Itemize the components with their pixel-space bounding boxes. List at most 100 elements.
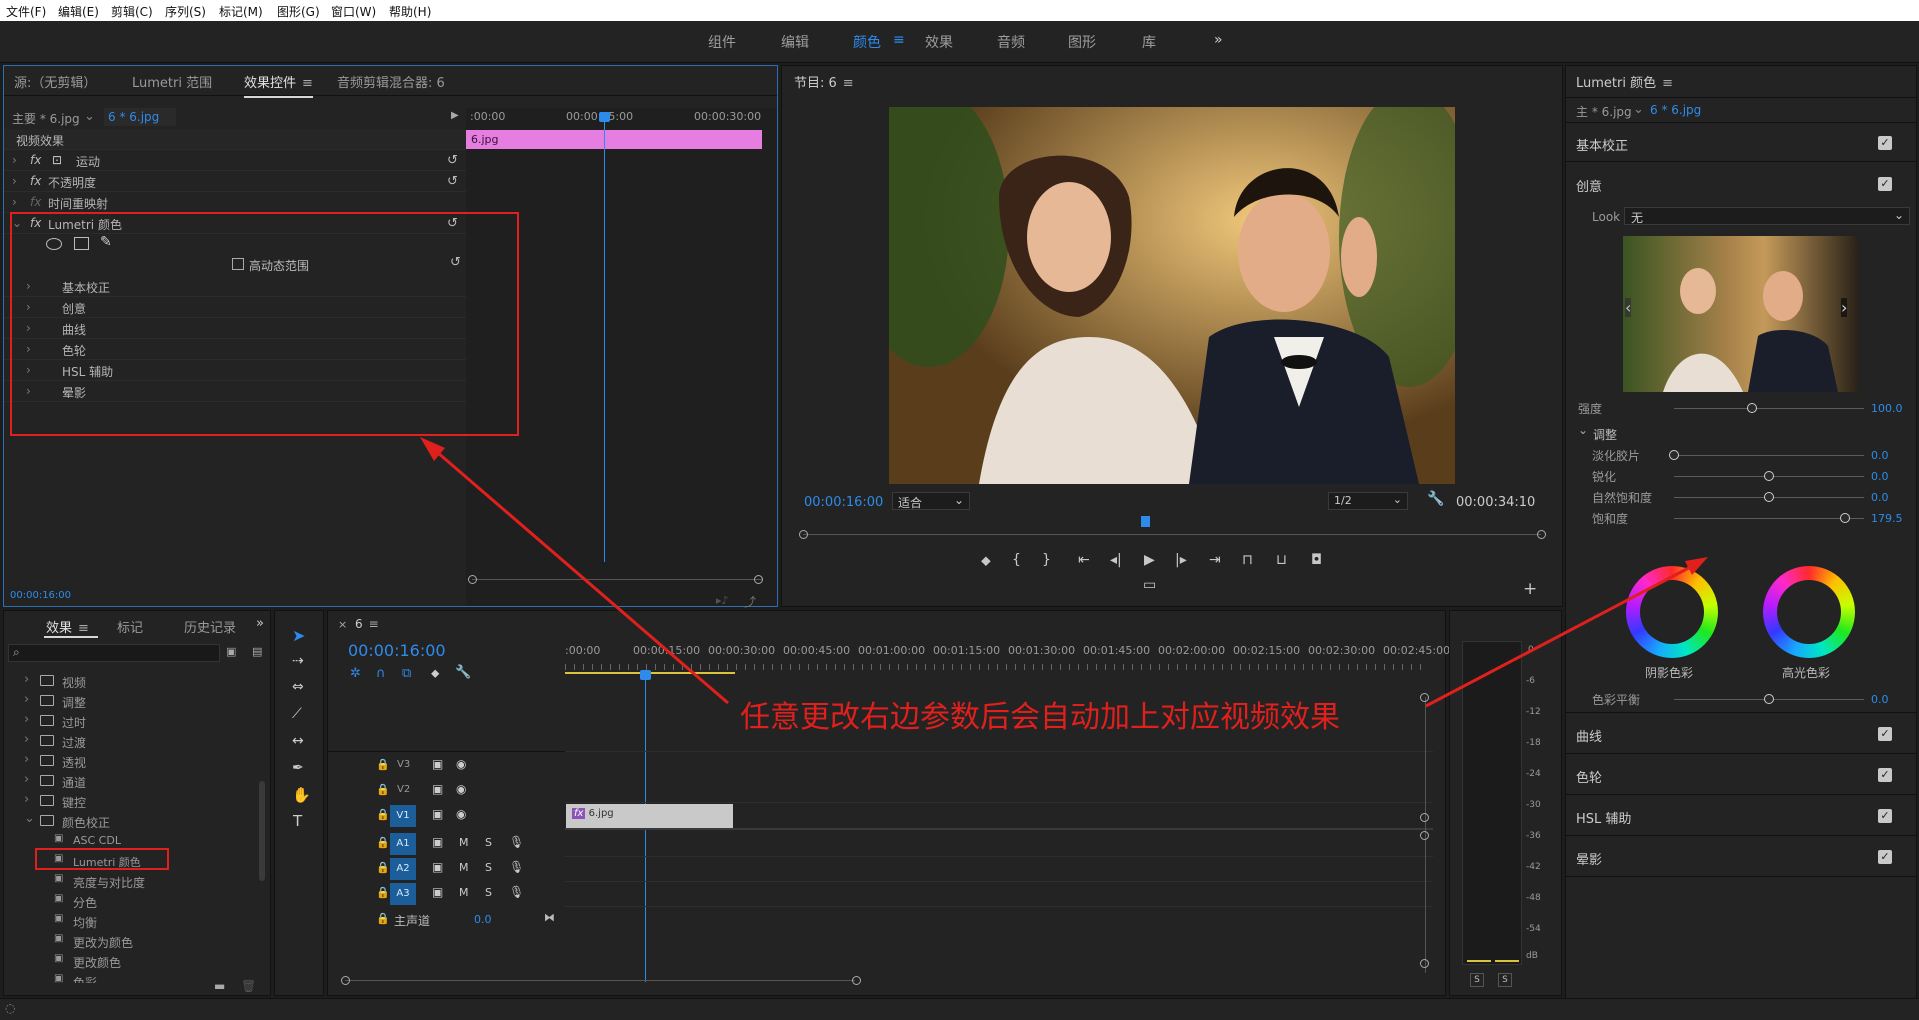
folder-item[interactable]: › 键控	[4, 791, 254, 811]
program-playhead[interactable]	[1141, 516, 1150, 527]
section-basic-checkbox[interactable]: ✓	[1878, 136, 1892, 150]
lock-icon[interactable]: 🔒	[376, 836, 390, 849]
track-header-v2[interactable]: 🔒 V2 ▣ ◉	[328, 779, 565, 803]
track-label[interactable]: A3	[390, 883, 416, 905]
timeline-ruler[interactable]: :00:00 00:00:15:00 00:00:30:00 00:00:45:…	[565, 644, 1450, 680]
effects-search-input[interactable]: ⌕	[8, 644, 220, 662]
section-wheels-label[interactable]: 色轮	[1576, 767, 1602, 786]
scroll-handle-left[interactable]	[341, 976, 350, 985]
menu-help[interactable]: 帮助(H)	[389, 3, 431, 20]
lock-icon[interactable]: 🔒	[376, 861, 390, 874]
folder-item[interactable]: ⌄ 颜色校正	[4, 811, 254, 831]
32bit-effects-icon[interactable]: ▤	[252, 645, 262, 658]
menu-sequence[interactable]: 序列(S)	[165, 3, 206, 20]
section-wheels-checkbox[interactable]: ✓	[1878, 768, 1892, 782]
ripple-edit-tool-icon[interactable]: ⇔	[292, 679, 304, 695]
sync-lock-icon[interactable]: ▣	[432, 807, 443, 821]
saturation-knob[interactable]	[1840, 513, 1850, 523]
tab-source[interactable]: 源:（无剪辑）	[14, 72, 96, 91]
eye-icon[interactable]: ◉	[456, 782, 466, 796]
microphone-icon[interactable]: 🎙	[509, 885, 524, 899]
tab-lumetri-scopes[interactable]: Lumetri 范围	[132, 72, 212, 91]
scroll-handle-right[interactable]	[754, 575, 763, 584]
effect-item[interactable]: ▣ 均衡	[4, 911, 254, 931]
solo-right-button[interactable]: S	[1498, 973, 1512, 987]
panel-menu-icon[interactable]: ≡	[843, 76, 854, 91]
track-header-a3[interactable]: 🔒 A3 ▣ M S 🎙	[328, 882, 565, 906]
add-marker-icon[interactable]: ⬥	[431, 666, 439, 681]
chevron-right-icon[interactable]: ›	[1841, 298, 1848, 317]
track-header-a1[interactable]: 🔒 A1 ▣ M S 🎙	[328, 832, 565, 856]
chevron-right-icon[interactable]: ›	[12, 153, 17, 167]
settings-wrench-icon[interactable]: 🔧	[455, 665, 471, 680]
menu-marker[interactable]: 标记(M)	[219, 3, 263, 20]
wrench-icon[interactable]: 🔧	[1427, 491, 1444, 507]
track-header-a2[interactable]: 🔒 A2 ▣ M S 🎙	[328, 857, 565, 881]
chevron-right-icon[interactable]: ›	[24, 712, 29, 727]
delete-icon[interactable]: 🗑	[241, 979, 256, 993]
effect-item[interactable]: ▣ 分色	[4, 891, 254, 911]
scroll-handle-left[interactable]	[468, 575, 477, 584]
chevron-right-icon[interactable]: ›	[24, 732, 29, 747]
workspace-tab-color[interactable]: 颜色	[853, 32, 881, 52]
effect-row-time-remap[interactable]: › fx 时间重映射	[4, 192, 466, 213]
folder-item[interactable]: › 调整	[4, 691, 254, 711]
chevron-right-icon[interactable]: ›	[24, 752, 29, 767]
lock-icon[interactable]: 🔒	[376, 808, 390, 821]
audio-loop-icon[interactable]: ▸♪	[716, 594, 729, 607]
chevron-right-icon[interactable]: ›	[12, 195, 17, 209]
lock-icon[interactable]: 🔒	[376, 783, 390, 796]
play-only-clip-icon[interactable]: ▶	[451, 110, 459, 121]
add-button-icon[interactable]: +	[1523, 579, 1537, 599]
step-back-icon[interactable]: ◂|	[1110, 552, 1122, 568]
balance-value[interactable]: 0.0	[1871, 693, 1889, 706]
type-tool-icon[interactable]: T	[293, 812, 302, 830]
panel-menu-icon[interactable]: ≡	[302, 76, 313, 91]
nest-icon[interactable]: ✲	[350, 666, 361, 681]
new-bin-icon[interactable]: ▬	[214, 979, 225, 993]
timeline-clip[interactable]: fx 6.jpg	[566, 804, 733, 828]
effect-row-motion[interactable]: › fx ⊡ 运动 ↺	[4, 150, 466, 171]
fx-icon[interactable]: fx	[30, 174, 41, 188]
chevron-right-icon[interactable]: ›	[24, 792, 29, 807]
reset-icon[interactable]: ↺	[447, 174, 458, 189]
workspace-menu-icon[interactable]: ≡	[893, 32, 905, 48]
timeline-timecode[interactable]: 00:00:16:00	[348, 641, 446, 660]
effect-item[interactable]: ▣ 更改颜色	[4, 951, 254, 971]
folder-item[interactable]: › 过渡	[4, 731, 254, 751]
sync-lock-icon[interactable]: ▣	[432, 835, 443, 849]
mute-button[interactable]: M	[459, 886, 469, 899]
intensity-slider[interactable]	[1674, 408, 1864, 409]
sync-lock-icon[interactable]: ▣	[432, 782, 443, 796]
add-marker-icon[interactable]: ⬥	[981, 553, 991, 569]
reset-icon[interactable]: ↺	[447, 153, 458, 168]
extract-icon[interactable]: ⊔	[1276, 552, 1287, 568]
lock-icon[interactable]: 🔒	[376, 912, 390, 925]
tab-history[interactable]: 历史记录	[184, 617, 236, 636]
folder-item[interactable]: › 透视	[4, 751, 254, 771]
workspace-tab-assembly[interactable]: 组件	[708, 32, 736, 52]
v-scroll-handle[interactable]	[1420, 959, 1429, 968]
master-volume-value[interactable]: 0.0	[474, 913, 492, 926]
sync-lock-icon[interactable]: ▣	[432, 757, 443, 771]
go-to-out-icon[interactable]: ⇥	[1209, 552, 1221, 568]
workspace-tab-editing[interactable]: 编辑	[781, 32, 809, 52]
folder-item[interactable]: › 通道	[4, 771, 254, 791]
mark-out-icon[interactable]: }	[1042, 552, 1051, 568]
sync-lock-icon[interactable]: ▣	[432, 860, 443, 874]
intensity-knob[interactable]	[1746, 403, 1757, 413]
fx-icon[interactable]: fx	[572, 808, 586, 819]
lock-icon[interactable]: 🔒	[376, 758, 390, 771]
track-header-v1[interactable]: 🔒 V1 ▣ ◉	[328, 804, 565, 828]
lumetri-clip-label[interactable]: 6 * 6.jpg	[1650, 103, 1701, 117]
sync-lock-icon[interactable]: ▣	[432, 885, 443, 899]
folder-item[interactable]: › 视频	[4, 671, 254, 691]
lock-icon[interactable]: 🔒	[376, 886, 390, 899]
track-header-master[interactable]: 🔒 主声道 0.0 ⧓	[328, 908, 565, 932]
timeline-playhead-handle[interactable]	[640, 670, 651, 680]
menu-clip[interactable]: 剪辑(C)	[111, 3, 153, 20]
solo-button[interactable]: S	[485, 836, 492, 849]
section-curves-checkbox[interactable]: ✓	[1878, 727, 1892, 741]
adjust-label[interactable]: 调整	[1593, 426, 1617, 443]
shadow-tint-wheel[interactable]	[1626, 566, 1718, 658]
